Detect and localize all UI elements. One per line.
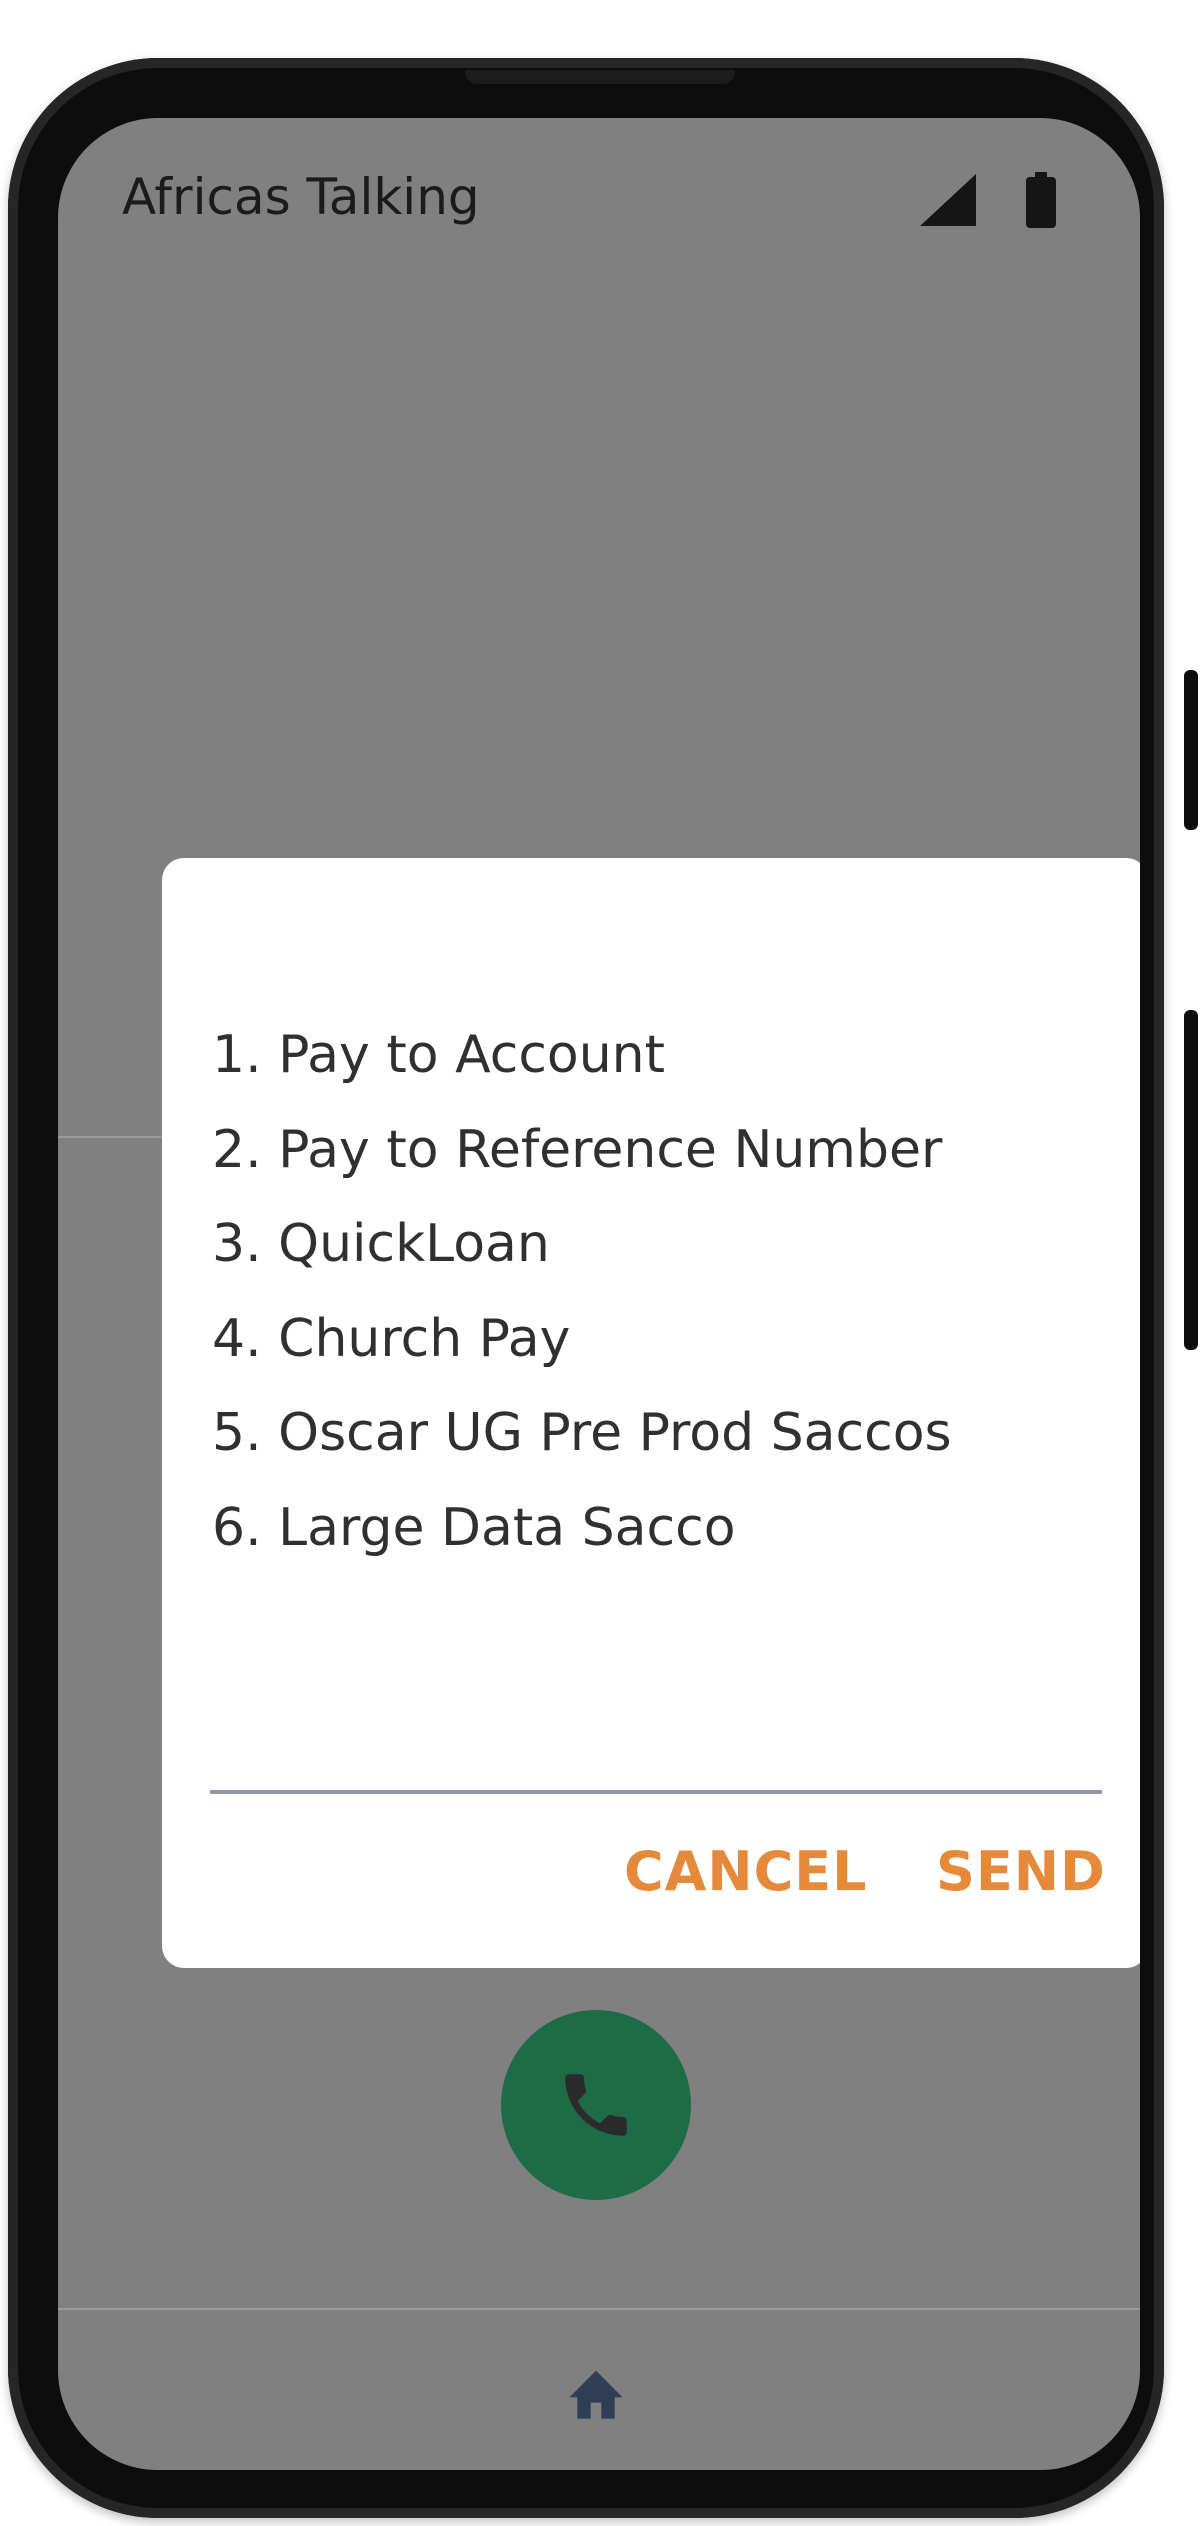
status-bar: Africas Talking <box>58 118 1140 278</box>
call-button[interactable] <box>501 2010 691 2200</box>
battery-icon <box>1026 172 1056 228</box>
ussd-menu-item: 2. Pay to Reference Number <box>212 1119 943 1180</box>
ussd-menu-item: 6. Large Data Sacco <box>212 1497 736 1558</box>
send-button[interactable]: SEND <box>936 1840 1106 1903</box>
phone-screen: Africas Talking * 0 + # 1. Pay to Accoun… <box>58 118 1140 2470</box>
ussd-menu-item: 1. Pay to Account <box>212 1025 666 1085</box>
ussd-menu-item: 3. QuickLoan <box>212 1214 550 1274</box>
ussd-menu-item: 4. Church Pay <box>212 1308 571 1369</box>
ussd-reply-input[interactable] <box>210 1714 1102 1794</box>
ussd-menu-item: 5. Oscar UG Pre Prod Saccos <box>212 1403 952 1463</box>
signal-icon <box>920 174 976 226</box>
ussd-menu-list: 1. Pay to Account 2. Pay to Reference Nu… <box>212 1008 952 1575</box>
speaker-notch <box>465 70 735 84</box>
navigation-divider <box>58 2308 1140 2310</box>
carrier-name: Africas Talking <box>122 168 480 226</box>
home-icon[interactable] <box>564 2362 628 2422</box>
ussd-dialog: 1. Pay to Account 2. Pay to Reference Nu… <box>162 858 1140 1968</box>
volume-button[interactable] <box>1184 1010 1198 1350</box>
cancel-button[interactable]: CANCEL <box>624 1840 868 1903</box>
power-button[interactable] <box>1184 670 1198 830</box>
phone-icon <box>565 2074 627 2136</box>
